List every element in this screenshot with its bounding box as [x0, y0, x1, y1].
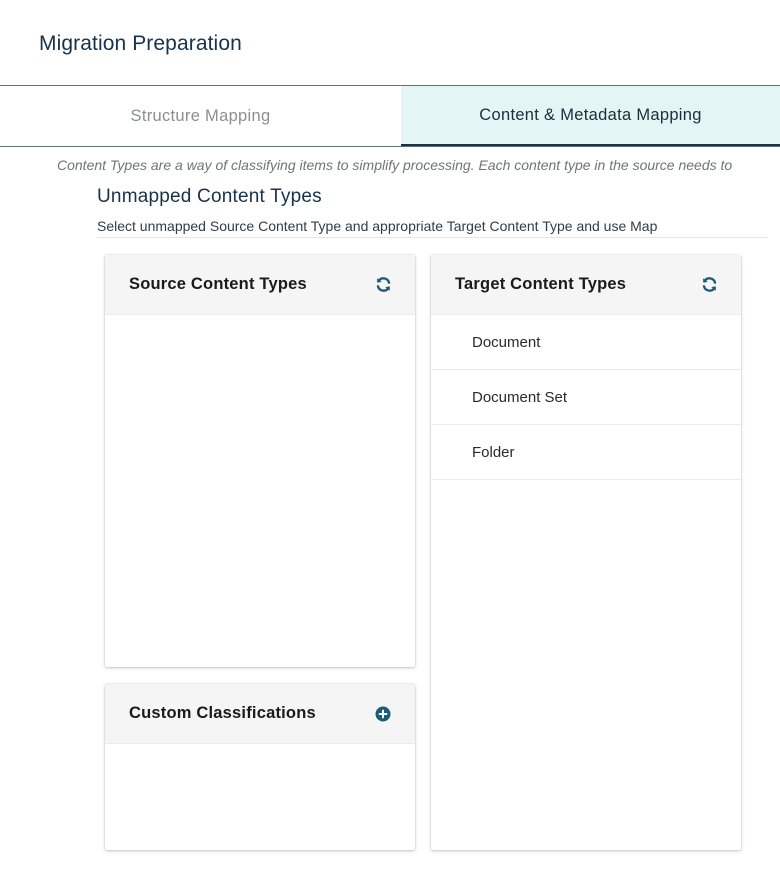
custom-panel-header: Custom Classifications [105, 684, 415, 744]
target-type-document[interactable]: Document [431, 315, 741, 370]
refresh-icon[interactable] [699, 275, 719, 295]
custom-panel-title: Custom Classifications [129, 704, 316, 722]
target-panel-title: Target Content Types [455, 275, 627, 293]
custom-classifications-panel: Custom Classifications [105, 684, 415, 850]
section-subtitle: Select unmapped Source Content Type and … [97, 218, 768, 238]
add-circle-icon[interactable] [373, 704, 393, 724]
source-content-types-panel: Source Content Types [105, 255, 415, 667]
refresh-icon[interactable] [373, 275, 393, 295]
intro-text: Content Types are a way of classifying i… [57, 157, 733, 173]
target-content-types-list: Document Document Set Folder [431, 315, 741, 480]
target-content-types-panel: Target Content Types Document Document S… [431, 255, 741, 850]
tab-bar: Structure Mapping Content & Metadata Map… [0, 85, 780, 147]
page-title: Migration Preparation [39, 32, 242, 55]
target-type-folder[interactable]: Folder [431, 425, 741, 480]
tab-structure-mapping[interactable]: Structure Mapping [0, 86, 401, 146]
source-panel-header: Source Content Types [105, 255, 415, 315]
target-type-document-set[interactable]: Document Set [431, 370, 741, 425]
section-title: Unmapped Content Types [97, 186, 322, 207]
target-panel-header: Target Content Types [431, 255, 741, 315]
source-panel-title: Source Content Types [129, 275, 307, 293]
tab-content-metadata-mapping[interactable]: Content & Metadata Mapping [401, 86, 780, 146]
